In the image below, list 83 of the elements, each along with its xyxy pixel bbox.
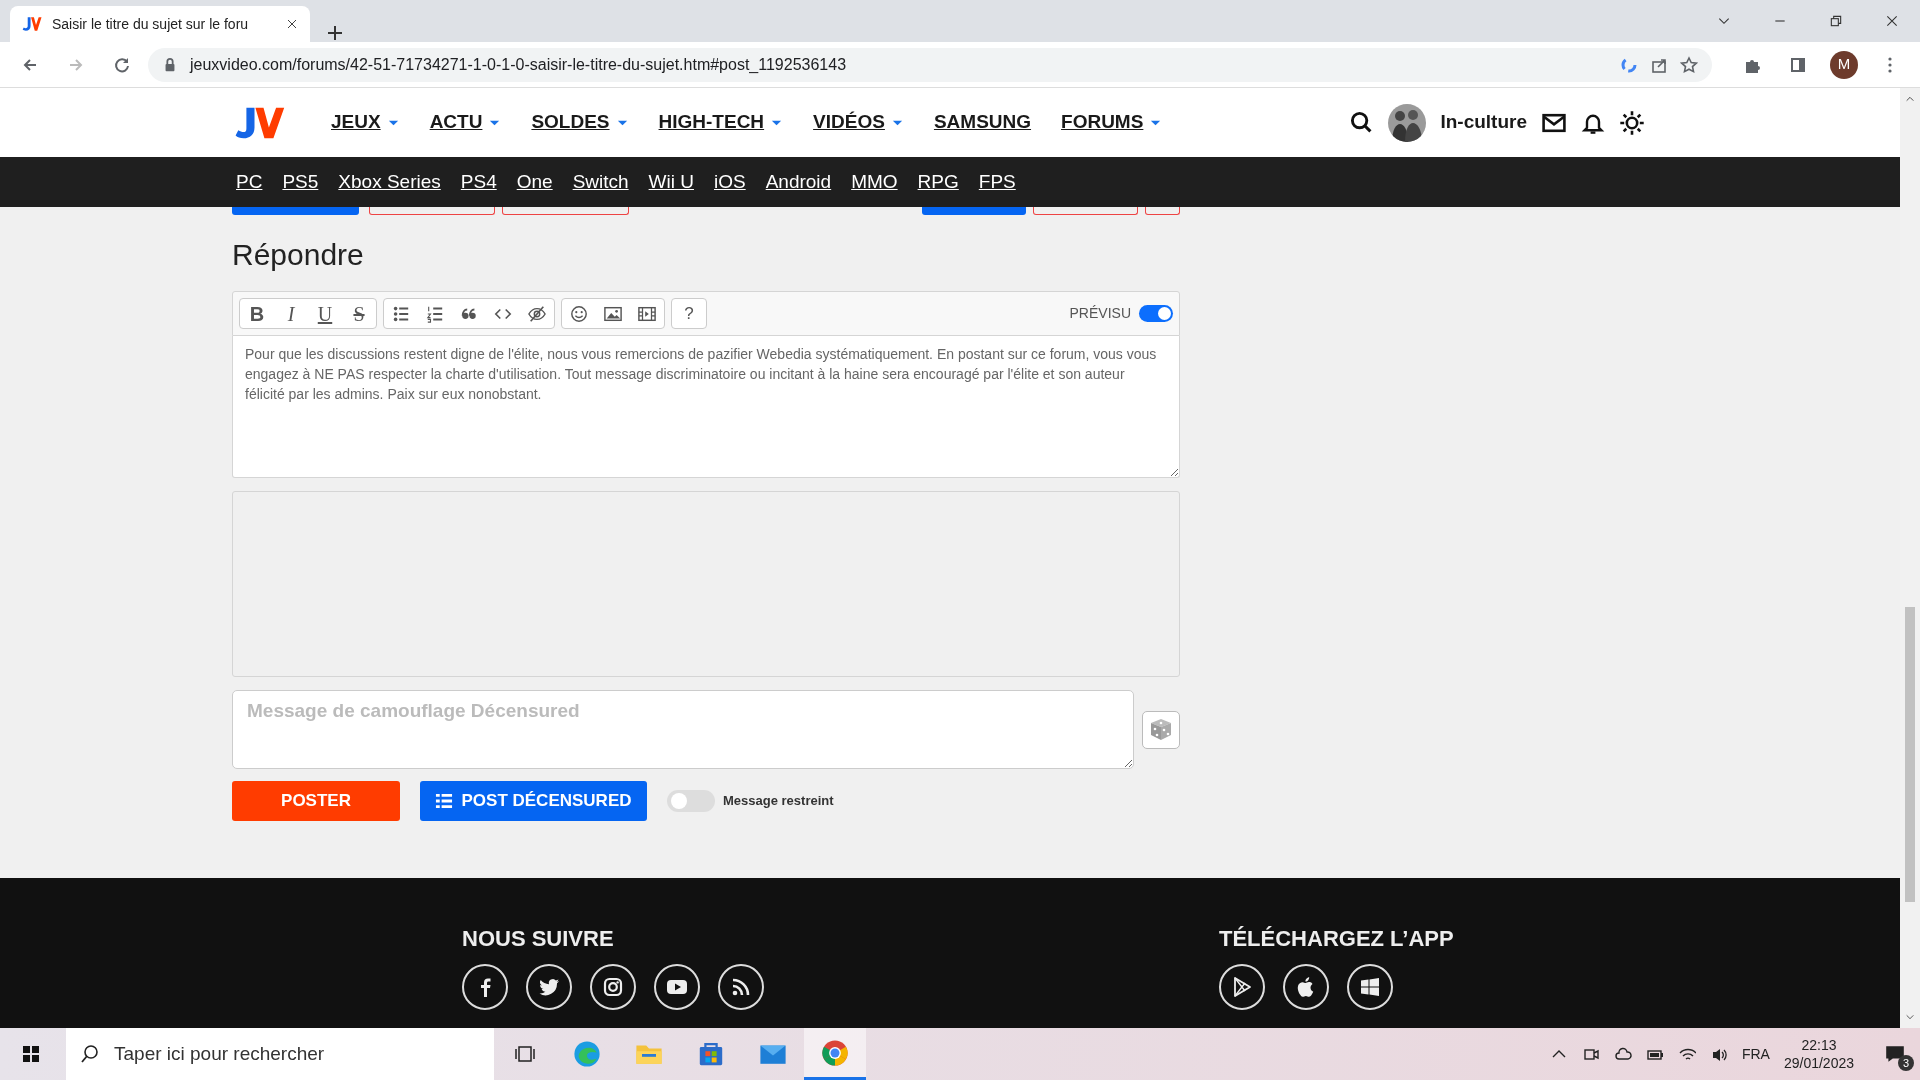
platform-link[interactable]: Xbox Series — [328, 167, 451, 197]
theme-sun-icon[interactable] — [1619, 109, 1645, 136]
scroll-down-icon[interactable] — [1905, 1012, 1915, 1022]
youtube-link[interactable] — [654, 964, 700, 1011]
task-view-icon[interactable] — [515, 1044, 535, 1064]
username[interactable]: In-culture — [1440, 108, 1527, 137]
format-button[interactable]: B — [240, 299, 274, 328]
film-icon — [638, 304, 656, 323]
rss-link[interactable] — [718, 964, 764, 1011]
smiley-icon — [570, 304, 588, 323]
windows-store-link[interactable] — [1347, 964, 1393, 1011]
button-edge[interactable] — [1033, 207, 1139, 215]
numbers-icon — [426, 304, 444, 323]
preview-toggle[interactable] — [1139, 305, 1173, 322]
nav-link[interactable]: HIGH-TECH — [643, 108, 799, 137]
clock-date[interactable]: 29/01/2023 — [1783, 1054, 1854, 1072]
decensured-post-button[interactable]: POST DÉCENSURED — [420, 781, 647, 821]
nav-link[interactable]: SOLDES — [516, 108, 644, 137]
message-field[interactable]: Pour que les discussions restent digne de l'élite, nous vous remercions de pazifier Webedia systématiquement. En postant sur ce forum, vous vous engagez à NE PAS respecter la charte d'utilisation. Tout message discriminatoire ou incitant à la haine sera encouragé par l'élite et son auteur félicité par les admins. Paix sur eux nonobstant. — [232, 336, 1180, 478]
search-icon — [80, 1044, 100, 1064]
footer-heading: NOUS SUIVRE — [462, 926, 615, 953]
platform-link[interactable]: Wii U — [638, 167, 704, 197]
facebook-link[interactable] — [462, 964, 508, 1011]
new-tab-icon[interactable] — [326, 24, 344, 42]
scroll-up-icon[interactable] — [1905, 94, 1915, 104]
profile-button[interactable]: M — [1830, 50, 1858, 79]
scrollbar[interactable] — [1900, 88, 1920, 1028]
platform-link[interactable]: Switch — [562, 167, 639, 197]
button-edge[interactable] — [502, 207, 629, 215]
format-button[interactable]: I — [274, 299, 308, 328]
browser-icon[interactable] — [821, 1038, 849, 1067]
camouflage-field[interactable]: Message de camouflage Décensured — [232, 690, 1134, 769]
clock-time[interactable]: 22:13 — [1783, 1036, 1854, 1054]
platform-link[interactable]: PC — [226, 167, 273, 197]
nav-link[interactable]: ACTU — [414, 108, 517, 137]
star-icon[interactable] — [1680, 55, 1698, 74]
format-button[interactable]: S — [342, 299, 376, 328]
restricted-label: Message restreint — [723, 792, 834, 811]
platform-link[interactable]: Android — [755, 167, 842, 197]
browser-tab[interactable]: Saisir le titre du sujet sur le foru — [10, 6, 310, 42]
preview-label: PRÉVISU — [1069, 304, 1131, 323]
apple-store-link[interactable] — [1283, 964, 1329, 1011]
footer-heading: TÉLÉCHARGEZ L’APP — [1219, 926, 1454, 953]
platform-link[interactable]: RPG — [907, 167, 969, 197]
bullets-icon — [392, 304, 410, 323]
list-icon — [435, 792, 454, 810]
taskbar-search-field[interactable]: Taper ici pour rechercher — [66, 1028, 494, 1080]
restricted-toggle[interactable] — [667, 790, 715, 812]
button-edge[interactable] — [368, 207, 496, 215]
language-indicator[interactable]: FRA — [1741, 1043, 1770, 1065]
eye-slash-icon — [528, 304, 546, 323]
dice-button[interactable] — [1142, 710, 1180, 749]
help-button[interactable]: ? — [672, 299, 706, 328]
nav-link[interactable]: VIDÉOS — [798, 108, 919, 137]
platform-link[interactable]: PS4 — [450, 167, 507, 197]
platform-link[interactable]: FPS — [968, 167, 1026, 197]
reload-icon[interactable] — [113, 55, 131, 74]
platform-link[interactable]: PS5 — [272, 167, 329, 197]
platform-link[interactable]: iOS — [704, 167, 756, 197]
address-bar[interactable]: jeuxvideo.com/forums/42-51-71734271-1-0-1-0-saisir-le-titre-du-sujet.htm#post_1192536143 — [148, 47, 1712, 82]
button-edge[interactable] — [1145, 207, 1180, 215]
button-edge[interactable] — [921, 207, 1027, 215]
post-button[interactable]: POSTER — [232, 781, 400, 821]
close-icon[interactable] — [286, 18, 298, 30]
side-panel-icon[interactable] — [1789, 55, 1807, 74]
section-title: Répondre — [232, 237, 365, 273]
nav-link[interactable]: FORUMS — [1046, 108, 1178, 137]
twitter-link[interactable] — [526, 964, 572, 1011]
image-icon — [604, 304, 622, 323]
platform-link[interactable]: MMO — [841, 167, 908, 197]
windows-start-icon[interactable] — [21, 1044, 41, 1064]
notification-count: 3 — [1898, 1055, 1914, 1072]
platform-link[interactable]: One — [506, 167, 563, 197]
nav-link[interactable]: SAMSUNG — [918, 108, 1047, 137]
format-button[interactable]: U — [308, 299, 342, 328]
instagram-link[interactable] — [590, 964, 636, 1011]
scrollbar-thumb[interactable] — [1905, 607, 1915, 902]
store-icon[interactable] — [697, 1040, 725, 1068]
cloud-icon[interactable] — [1613, 1045, 1632, 1063]
nav-link[interactable]: JEUX — [316, 108, 415, 137]
play-store-link[interactable] — [1219, 964, 1265, 1011]
url-text: jeuxvideo.com/forums/42-51-71734271-1-0-1-0-saisir-le-titre-du-sujet.htm#post_1192536143 — [190, 54, 848, 75]
site-logo-icon — [22, 16, 42, 32]
